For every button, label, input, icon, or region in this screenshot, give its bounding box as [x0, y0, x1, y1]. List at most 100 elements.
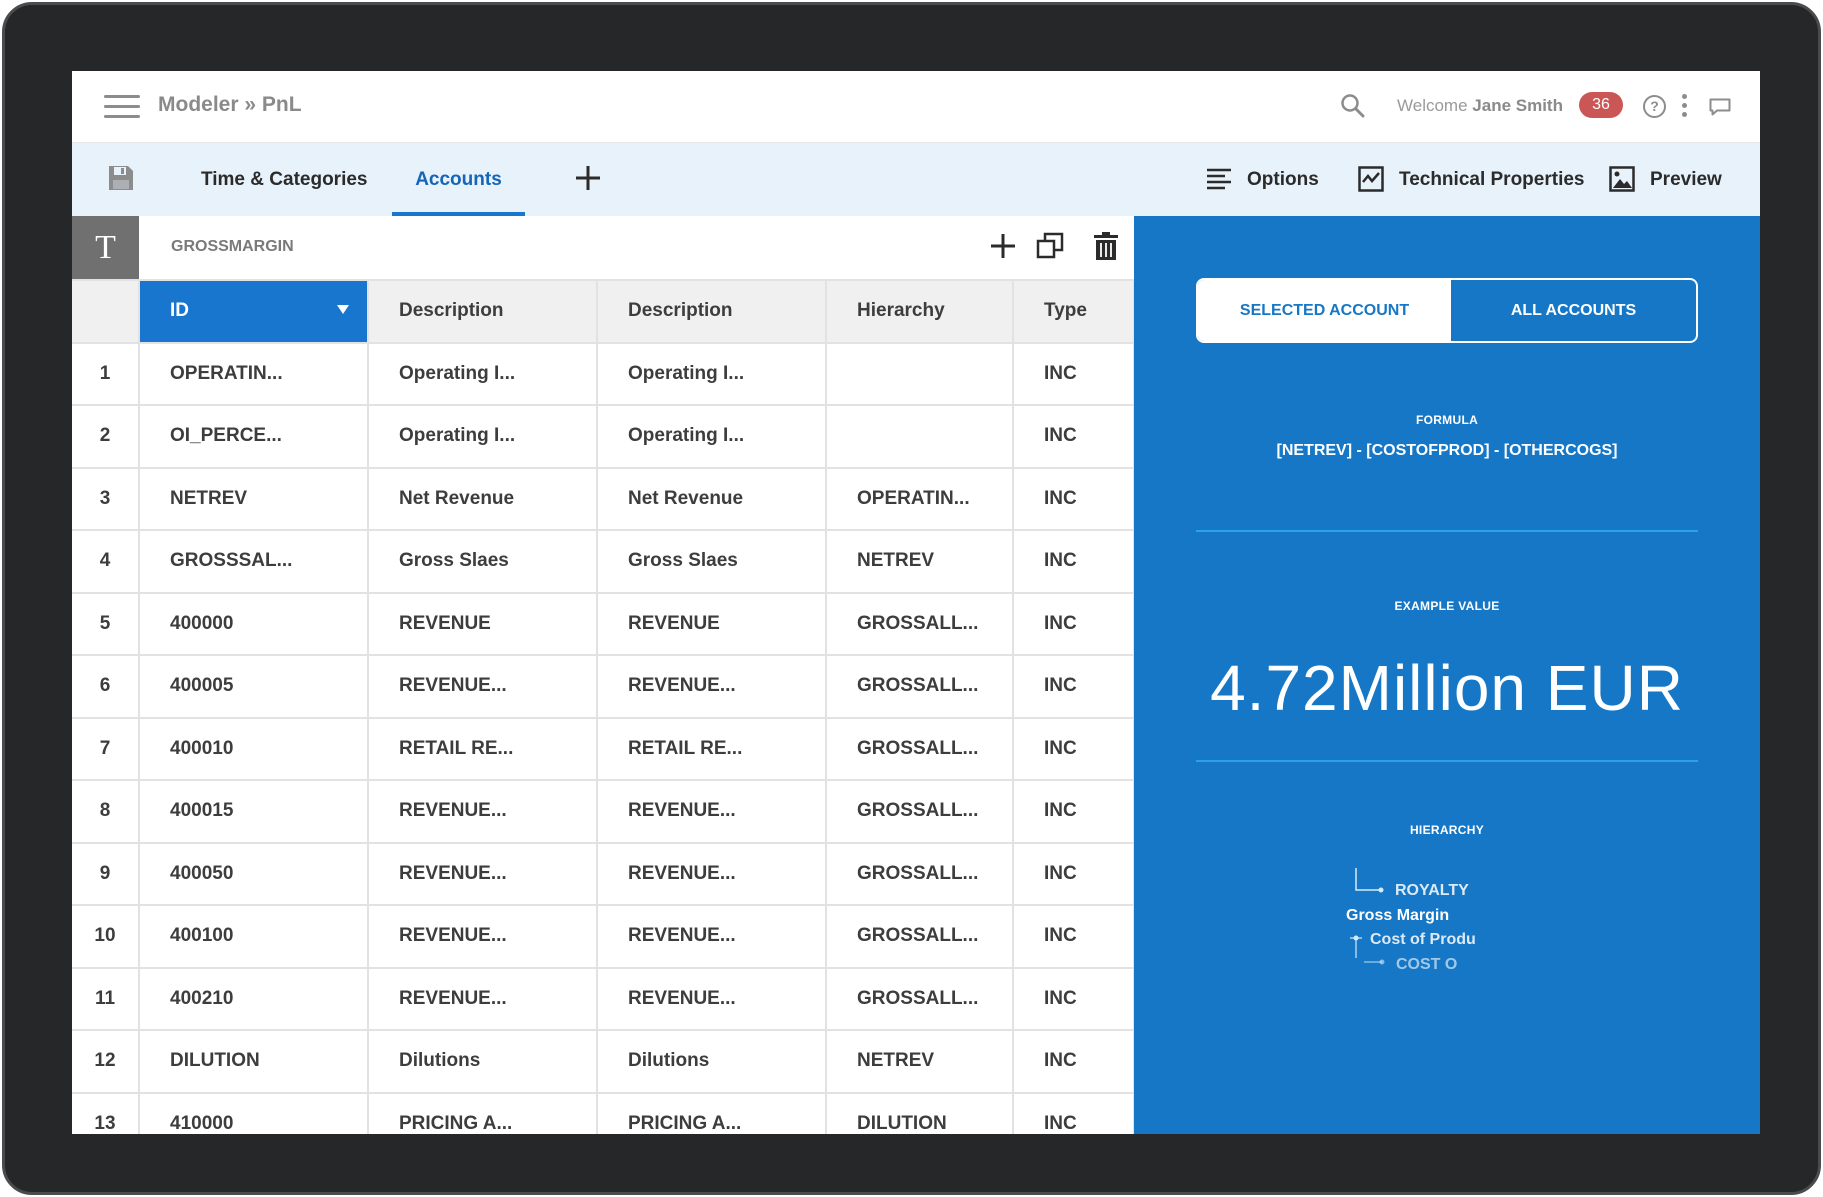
hierarchy-node-gross-margin[interactable]: Gross Margin	[1346, 907, 1449, 925]
table-row[interactable]: 3 NETREV Net Revenue Net Revenue OPERATIN...…	[72, 466, 1134, 531]
cell-hierarchy[interactable]: GROSSALL...	[825, 654, 1014, 719]
table-row[interactable]: 13 410000 PRICING A... PRICING A... DILUTION…	[72, 1091, 1134, 1134]
tab-time-categories[interactable]: Time & Categories	[179, 143, 389, 216]
cell-description[interactable]: REVENUE...	[367, 841, 598, 906]
cell-hierarchy[interactable]: GROSSALL...	[825, 716, 1014, 781]
column-header-type[interactable]: Type	[1012, 279, 1134, 344]
cell-id[interactable]: DILUTION	[138, 1029, 369, 1094]
cell-description-2[interactable]: Operating I...	[596, 404, 827, 469]
cell-type[interactable]: INC	[1012, 404, 1134, 469]
cell-type[interactable]: INC	[1012, 529, 1134, 594]
cell-description-2[interactable]: REVENUE...	[596, 841, 827, 906]
cell-type[interactable]: INC	[1012, 341, 1134, 406]
cell-id[interactable]: 400010	[138, 716, 369, 781]
table-row[interactable]: 8 400015 REVENUE... REVENUE... GROSSALL... IN…	[72, 779, 1134, 844]
cell-hierarchy[interactable]: DILUTION	[825, 1091, 1014, 1134]
hierarchy-node-royalty[interactable]: ROYALTY	[1395, 882, 1469, 900]
table-row[interactable]: 10 400100 REVENUE... REVENUE... GROSSALL... I…	[72, 904, 1134, 969]
table-row[interactable]: 2 OI_PERCE... Operating I... Operating I...…	[72, 404, 1134, 469]
table-row[interactable]: 9 400050 REVENUE... REVENUE... GROSSALL... IN…	[72, 841, 1134, 906]
cell-type[interactable]: INC	[1012, 779, 1134, 844]
column-header-id[interactable]: ID	[138, 279, 369, 344]
cell-description-2[interactable]: PRICING A...	[596, 1091, 827, 1134]
cell-description-2[interactable]: Operating I...	[596, 341, 827, 406]
add-row-icon[interactable]	[988, 231, 1018, 261]
cell-hierarchy[interactable]: NETREV	[825, 529, 1014, 594]
cell-id[interactable]: 400050	[138, 841, 369, 906]
cell-hierarchy[interactable]: OPERATIN...	[825, 466, 1014, 531]
cell-description[interactable]: REVENUE...	[367, 654, 598, 719]
cell-description[interactable]: REVENUE...	[367, 904, 598, 969]
cell-type[interactable]: INC	[1012, 716, 1134, 781]
cell-id[interactable]: GROSSSAL...	[138, 529, 369, 594]
cell-description[interactable]: Operating I...	[367, 404, 598, 469]
cell-description-2[interactable]: REVENUE	[596, 591, 827, 656]
cell-hierarchy[interactable]	[825, 341, 1014, 406]
column-header-description[interactable]: Description	[367, 279, 598, 344]
tab-accounts[interactable]: Accounts	[392, 143, 525, 216]
delete-icon[interactable]	[1091, 231, 1121, 261]
cell-hierarchy[interactable]: GROSSALL...	[825, 904, 1014, 969]
table-row[interactable]: 5 400000 REVENUE REVENUE GROSSALL... INC	[72, 591, 1134, 656]
cell-hierarchy[interactable]: GROSSALL...	[825, 966, 1014, 1031]
menu-icon[interactable]	[104, 95, 140, 119]
table-row[interactable]: 7 400010 RETAIL RE... RETAIL RE... GROSSALL.…	[72, 716, 1134, 781]
help-icon[interactable]: ?	[1643, 95, 1666, 118]
add-tab-icon[interactable]	[570, 160, 606, 196]
cell-description[interactable]: REVENUE	[367, 591, 598, 656]
cell-id[interactable]: 400100	[138, 904, 369, 969]
cell-id[interactable]: 410000	[138, 1091, 369, 1134]
cell-description[interactable]: Operating I...	[367, 341, 598, 406]
column-header-hierarchy[interactable]: Hierarchy	[825, 279, 1014, 344]
cell-hierarchy[interactable]: GROSSALL...	[825, 841, 1014, 906]
cell-type[interactable]: INC	[1012, 1091, 1134, 1134]
technical-properties-button[interactable]: Technical Properties	[1358, 143, 1588, 216]
cell-description-2[interactable]: RETAIL RE...	[596, 716, 827, 781]
cell-description[interactable]: RETAIL RE...	[367, 716, 598, 781]
cell-id[interactable]: OPERATIN...	[138, 341, 369, 406]
cell-id[interactable]: 400005	[138, 654, 369, 719]
cell-description-2[interactable]: REVENUE...	[596, 654, 827, 719]
cell-description[interactable]: REVENUE...	[367, 966, 598, 1031]
options-button[interactable]: Options	[1206, 143, 1326, 216]
more-options-icon[interactable]	[1682, 94, 1688, 118]
cell-description-2[interactable]: Dilutions	[596, 1029, 827, 1094]
hierarchy-node-cost[interactable]: COST O	[1396, 956, 1457, 974]
hierarchy-node-cost-of-production[interactable]: Cost of Produ	[1370, 931, 1476, 949]
table-row[interactable]: 1 OPERATIN... Operating I... Operating I...…	[72, 341, 1134, 406]
cell-id[interactable]: 400000	[138, 591, 369, 656]
table-row[interactable]: 11 400210 REVENUE... REVENUE... GROSSALL... I…	[72, 966, 1134, 1031]
cell-description-2[interactable]: Net Revenue	[596, 466, 827, 531]
cell-type[interactable]: INC	[1012, 966, 1134, 1031]
cell-type[interactable]: INC	[1012, 591, 1134, 656]
cell-type[interactable]: INC	[1012, 841, 1134, 906]
column-header-description-2[interactable]: Description	[596, 279, 827, 344]
cell-description-2[interactable]: REVENUE...	[596, 966, 827, 1031]
cell-description-2[interactable]: Gross Slaes	[596, 529, 827, 594]
cell-id[interactable]: OI_PERCE...	[138, 404, 369, 469]
cell-description[interactable]: Dilutions	[367, 1029, 598, 1094]
user-name[interactable]: Jane Smith	[1472, 96, 1563, 115]
cell-type[interactable]: INC	[1012, 654, 1134, 719]
table-row[interactable]: 6 400005 REVENUE... REVENUE... GROSSALL... IN…	[72, 654, 1134, 719]
cell-description[interactable]: Net Revenue	[367, 466, 598, 531]
cell-description[interactable]: PRICING A...	[367, 1091, 598, 1134]
cell-description-2[interactable]: REVENUE...	[596, 904, 827, 969]
all-accounts-tab[interactable]: ALL ACCOUNTS	[1451, 280, 1696, 341]
cell-hierarchy[interactable]	[825, 404, 1014, 469]
table-row[interactable]: 4 GROSSSAL... Gross Slaes Gross Slaes NETREV…	[72, 529, 1134, 594]
cell-type[interactable]: INC	[1012, 904, 1134, 969]
cell-description[interactable]: REVENUE...	[367, 779, 598, 844]
cell-type[interactable]: INC	[1012, 1029, 1134, 1094]
cell-hierarchy[interactable]: GROSSALL...	[825, 591, 1014, 656]
cell-hierarchy[interactable]: NETREV	[825, 1029, 1014, 1094]
cell-id[interactable]: 400210	[138, 966, 369, 1031]
notification-badge[interactable]: 36	[1579, 92, 1623, 118]
cell-type[interactable]: INC	[1012, 466, 1134, 531]
chat-icon[interactable]	[1709, 98, 1731, 116]
cell-description[interactable]: Gross Slaes	[367, 529, 598, 594]
table-row[interactable]: 12 DILUTION Dilutions Dilutions NETREV INC	[72, 1029, 1134, 1094]
selected-account-tab[interactable]: SELECTED ACCOUNT	[1198, 280, 1451, 341]
cell-description-2[interactable]: REVENUE...	[596, 779, 827, 844]
save-icon[interactable]	[108, 165, 134, 191]
